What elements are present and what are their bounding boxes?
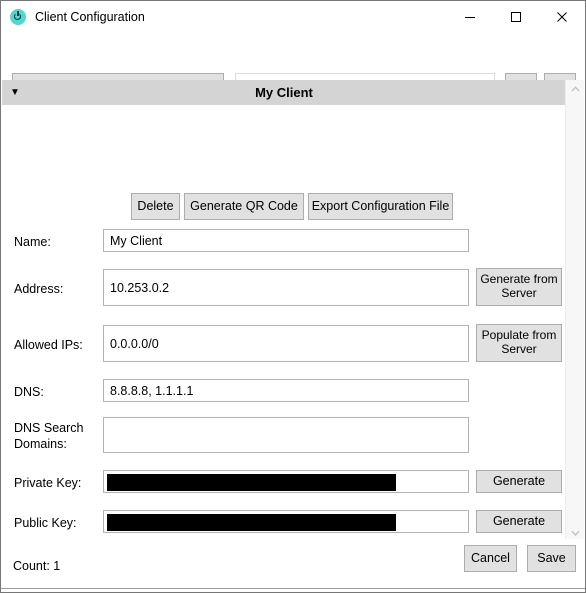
vertical-scrollbar[interactable] xyxy=(565,80,584,541)
generate-public-key-button[interactable]: Generate xyxy=(476,510,562,533)
dns-label: DNS: xyxy=(14,385,44,399)
app-power-icon xyxy=(10,8,26,25)
address-input[interactable]: 10.253.0.2 xyxy=(103,269,469,306)
toolbar: Add Client + - xyxy=(1,32,585,104)
private-key-redaction-bar xyxy=(107,474,396,491)
dns-search-domains-label: DNS Search Domains: xyxy=(14,421,84,451)
dns-input[interactable]: 8.8.8.8, 1.1.1.1 xyxy=(103,379,469,402)
client-panel: ▼ My Client Delete Generate QR Code Expo… xyxy=(2,80,567,541)
public-key-input[interactable] xyxy=(103,510,469,533)
cancel-button[interactable]: Cancel xyxy=(464,545,517,572)
maximize-icon[interactable] xyxy=(493,1,539,32)
address-input-value: 10.253.0.2 xyxy=(110,280,170,295)
dns-input-value: 8.8.8.8, 1.1.1.1 xyxy=(110,383,194,398)
client-configuration-window: Client Configuration Add Client xyxy=(0,0,586,593)
populate-from-server-button[interactable]: Populate from Server xyxy=(476,324,562,362)
generate-private-key-button[interactable]: Generate xyxy=(476,470,562,493)
name-input-value: My Client xyxy=(110,233,163,248)
footer: Count: 1 Cancel Save xyxy=(2,539,584,591)
save-button[interactable]: Save xyxy=(527,545,576,572)
generate-from-server-button[interactable]: Generate from Server xyxy=(476,268,562,306)
private-key-input[interactable] xyxy=(103,470,469,493)
name-input[interactable]: My Client xyxy=(103,229,469,252)
export-configuration-file-button[interactable]: Export Configuration File xyxy=(308,193,453,220)
address-label: Address: xyxy=(14,282,64,296)
public-key-redaction-bar xyxy=(107,514,396,531)
window-title: Client Configuration xyxy=(35,9,145,24)
window-controls xyxy=(447,1,585,32)
client-panel-title: My Client xyxy=(255,85,313,100)
allowed-ips-input-value: 0.0.0.0/0 xyxy=(110,336,159,351)
scroll-up-arrow-icon[interactable] xyxy=(566,80,585,97)
public-key-label: Public Key: xyxy=(14,516,77,530)
collapse-caret-icon[interactable]: ▼ xyxy=(10,80,20,105)
allowed-ips-input[interactable]: 0.0.0.0/0 xyxy=(103,325,469,362)
count-label: Count: 1 xyxy=(13,559,61,573)
dns-search-domains-input[interactable] xyxy=(103,417,469,453)
allowed-ips-label: Allowed IPs: xyxy=(14,338,83,352)
close-icon[interactable] xyxy=(539,1,585,32)
delete-button[interactable]: Delete xyxy=(131,193,180,220)
private-key-label: Private Key: xyxy=(14,476,82,490)
name-label: Name: xyxy=(14,235,51,249)
client-panel-header[interactable]: ▼ My Client xyxy=(2,80,566,105)
window-bottom-edge xyxy=(1,588,585,592)
title-bar: Client Configuration xyxy=(1,1,585,32)
minimize-icon[interactable] xyxy=(447,1,493,32)
generate-qr-code-button[interactable]: Generate QR Code xyxy=(184,193,304,220)
